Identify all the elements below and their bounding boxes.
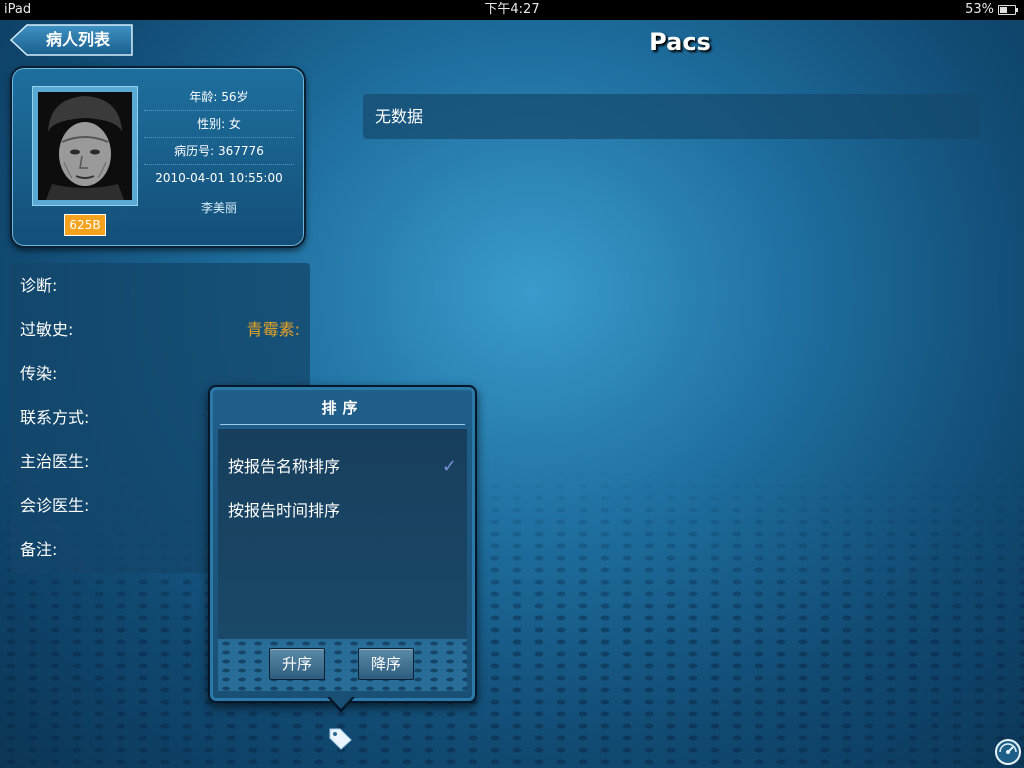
patient-age: 年龄: 56岁 xyxy=(144,84,294,111)
tag-icon-shape xyxy=(329,728,352,750)
patient-gender: 性别: 女 xyxy=(144,111,294,138)
status-clock: 下午4:27 xyxy=(484,2,540,17)
tag-icon[interactable] xyxy=(327,726,353,750)
ascending-button[interactable]: 升序 xyxy=(269,648,325,680)
sort-by-report-name-option[interactable]: 按报告名称排序 ✓ xyxy=(228,449,457,485)
sort-popover: 排序 按报告名称排序 ✓ 按报告时间排序 升序 降序 xyxy=(208,385,477,703)
patient-info: 年龄: 56岁 性别: 女 病历号: 367776 2010-04-01 10:… xyxy=(144,84,294,219)
sort-option-label: 按报告名称排序 xyxy=(228,457,341,476)
patient-admit-time: 2010-04-01 10:55:00 xyxy=(155,171,283,185)
descending-button[interactable]: 降序 xyxy=(358,648,414,680)
back-button-label: 病人列表 xyxy=(46,30,111,49)
battery-icon xyxy=(998,5,1018,15)
popover-divider xyxy=(220,424,465,425)
consulting-doctor-label: 会诊医生: xyxy=(20,496,90,515)
pacs-result-panel: 无数据 xyxy=(363,94,980,139)
empty-state-text: 无数据 xyxy=(375,107,424,126)
back-to-patient-list-button[interactable]: 病人列表 xyxy=(10,24,134,56)
note-label: 备注: xyxy=(20,540,58,559)
patient-name: 李美丽 xyxy=(200,201,237,215)
allergy-value: 青霉素: xyxy=(246,320,300,339)
allergy-row: 过敏史: 青霉素: xyxy=(20,316,300,344)
checkmark-icon: ✓ xyxy=(441,456,457,477)
sort-order-bar: 升序 降序 xyxy=(218,639,467,691)
sort-option-list: 按报告名称排序 ✓ 按报告时间排序 xyxy=(218,429,467,641)
patient-photo xyxy=(32,86,138,206)
gauge-icon-shape xyxy=(995,739,1021,765)
gauge-icon[interactable] xyxy=(994,738,1022,766)
patient-portrait-image xyxy=(38,92,132,200)
sort-popover-title: 排序 xyxy=(321,399,364,417)
sort-option-label: 按报告时间排序 xyxy=(228,501,341,520)
status-bar: iPad 下午4:27 53% xyxy=(0,0,1024,20)
attending-doctor-label: 主治医生: xyxy=(20,452,90,471)
patient-card: 625B 年龄: 56岁 性别: 女 病历号: 367776 2010-04-0… xyxy=(10,66,306,248)
bed-number-badge: 625B xyxy=(64,214,106,236)
battery-percent: 53% xyxy=(965,2,994,17)
battery-indicator: 53% xyxy=(965,0,1018,20)
infection-row: 传染: xyxy=(20,360,300,388)
infection-label: 传染: xyxy=(20,364,58,383)
page-title: Pacs xyxy=(649,28,711,56)
sort-by-report-time-option[interactable]: 按报告时间排序 xyxy=(228,493,457,529)
diagnosis-row: 诊断: xyxy=(20,272,300,300)
diagnosis-label: 诊断: xyxy=(20,276,58,295)
contact-label: 联系方式: xyxy=(20,408,90,427)
allergy-label: 过敏史: xyxy=(20,320,74,339)
popover-arrow-fill xyxy=(330,697,352,709)
patient-record-number: 病历号: 367776 xyxy=(144,138,294,165)
